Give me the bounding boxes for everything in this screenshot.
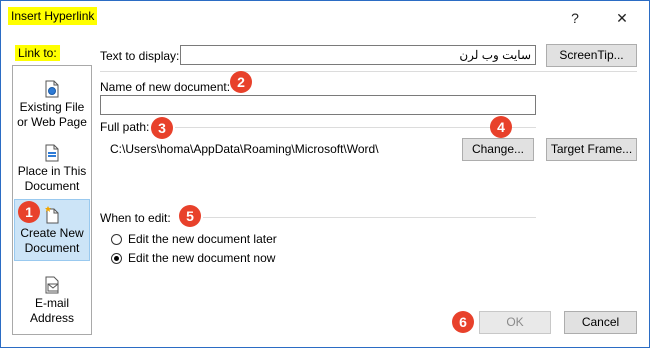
divider	[175, 127, 536, 128]
ok-button[interactable]: OK	[479, 311, 551, 334]
edit-later-label: Edit the new document later	[128, 232, 277, 246]
link-to-sidebar: Existing File or Web Page Place in This Do…	[12, 65, 92, 335]
edit-now-label: Edit the new document now	[128, 251, 276, 265]
screentip-button[interactable]: ScreenTip...	[546, 44, 637, 67]
divider	[100, 71, 637, 72]
sidebar-item-label: Place in This Document	[17, 164, 87, 193]
step-badge-2: 2	[230, 71, 252, 93]
help-button[interactable]: ?	[560, 7, 590, 29]
sidebar-item-place-in-document[interactable]: Place in This Document	[14, 144, 90, 200]
text-to-display-input[interactable]: سایت وب لرن	[180, 45, 536, 65]
change-button[interactable]: Change...	[462, 138, 534, 161]
divider	[203, 217, 536, 218]
edit-now-option[interactable]: Edit the new document now	[111, 251, 275, 265]
sidebar-item-existing-file[interactable]: Existing File or Web Page	[14, 80, 90, 136]
step-badge-5: 5	[179, 205, 201, 227]
sidebar-item-label: Existing File or Web Page	[17, 100, 87, 129]
sidebar-item-email-address[interactable]: E-mail Address	[14, 276, 90, 332]
document-place-icon	[45, 144, 59, 162]
close-button[interactable]: ✕	[607, 7, 637, 29]
new-document-icon	[45, 206, 59, 224]
cancel-button[interactable]: Cancel	[564, 311, 637, 334]
edit-later-option[interactable]: Edit the new document later	[111, 232, 277, 246]
step-badge-4: 4	[490, 116, 512, 138]
step-badge-3: 3	[151, 117, 173, 139]
when-to-edit-label: When to edit:	[100, 211, 171, 225]
step-badge-1: 1	[18, 201, 40, 223]
dialog-title: Insert Hyperlink	[8, 7, 98, 25]
insert-hyperlink-dialog: Insert Hyperlink ? ✕ Link to: Existing F…	[0, 0, 650, 348]
email-icon	[45, 276, 59, 294]
new-document-name-input[interactable]	[100, 95, 536, 115]
target-frame-button[interactable]: Target Frame...	[546, 138, 637, 161]
sidebar-item-label: E-mail Address	[29, 296, 75, 325]
radio-button-selected[interactable]	[111, 252, 122, 264]
text-to-display-label: Text to display:	[100, 49, 180, 63]
radio-button[interactable]	[111, 233, 122, 245]
link-to-label: Link to:	[15, 45, 60, 61]
step-badge-6: 6	[452, 311, 474, 333]
web-page-icon	[45, 80, 59, 98]
full-path-value: C:\Users\homa\AppData\Roaming\Microsoft\…	[110, 142, 379, 156]
sidebar-item-label: Create New Document	[20, 226, 84, 255]
full-path-label: Full path:	[100, 120, 150, 134]
new-document-name-label: Name of new document:	[100, 80, 231, 94]
